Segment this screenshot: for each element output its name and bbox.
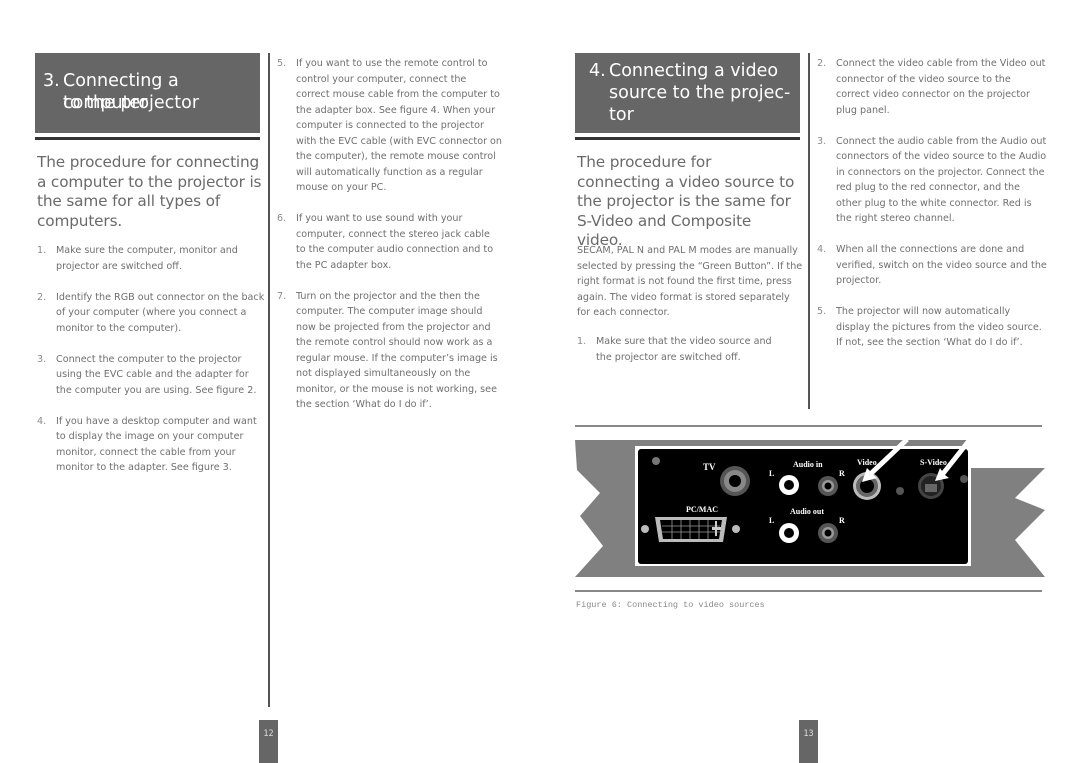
step-text: If you have a desktop computer and want … bbox=[56, 415, 257, 474]
step-number: 1. bbox=[577, 336, 587, 347]
audio-in-right-label: R bbox=[839, 469, 845, 478]
step-number: 5. bbox=[817, 306, 827, 317]
step-number: 2. bbox=[37, 291, 47, 303]
step-item: 6. If you want to use sound with your com… bbox=[277, 211, 502, 273]
right-page-column-divider bbox=[808, 53, 810, 409]
step-text: If you want to use sound with your compu… bbox=[296, 213, 494, 271]
step-item: 4. If you have a desktop computer and wan… bbox=[37, 414, 265, 476]
screw-icon bbox=[732, 525, 740, 533]
step-number: 5. bbox=[277, 58, 287, 69]
pcmac-label: PC/MAC bbox=[686, 505, 718, 514]
audio-in-left-label: L bbox=[769, 469, 774, 478]
figure-6-connector-panel: TV Audio in L R Video S-Video PC/MAC Aud… bbox=[575, 438, 1045, 577]
section-4-steps-column-2: 2. Connect the video cable from the Video… bbox=[817, 56, 1047, 366]
step-number: 3. bbox=[817, 135, 827, 147]
step-text: When all the connections are done and ve… bbox=[836, 244, 1047, 286]
section-3-header: 3. Connecting a computer to the projecto… bbox=[35, 53, 260, 133]
screw-icon bbox=[652, 457, 660, 465]
step-item: 3. Connect the audio cable from the Audio… bbox=[817, 134, 1047, 227]
step-number: 4. bbox=[817, 244, 827, 255]
left-page-column-divider bbox=[268, 53, 270, 707]
section-4-title-line3: tor bbox=[609, 105, 634, 125]
step-text: Connect the audio cable from the Audio o… bbox=[836, 135, 1047, 225]
section-3-number: 3. bbox=[43, 71, 60, 91]
audio-out-label: Audio out bbox=[790, 507, 824, 516]
step-item: 5. If you want to use the remote control … bbox=[277, 56, 502, 196]
section-4-title-line2: source to the projec- bbox=[609, 83, 791, 103]
screw-icon bbox=[641, 525, 649, 533]
section-3-steps-column-1: 1. Make sure the computer, monitor and pr… bbox=[37, 243, 265, 491]
video-label: Video bbox=[857, 458, 877, 467]
page-number-13: 13 bbox=[799, 720, 818, 763]
step-item: 3. Connect the computer to the projector … bbox=[37, 352, 265, 399]
section-4-number: 4. bbox=[589, 61, 606, 81]
audio-out-right-label: R bbox=[839, 516, 845, 525]
step-text: Connect the computer to the projector us… bbox=[56, 353, 257, 396]
step-item: 1. Make sure the computer, monitor and pr… bbox=[37, 243, 265, 274]
step-number: 3. bbox=[37, 353, 47, 365]
step-text: Turn on the projector and the then the c… bbox=[296, 290, 498, 411]
audio-in-label: Audio in bbox=[793, 460, 823, 469]
step-text: If you want to use the remote control to… bbox=[296, 58, 503, 193]
step-text: Identify the RGB out connector on the ba… bbox=[56, 291, 265, 334]
section-3-intro: The procedure for connecting a computer … bbox=[37, 153, 262, 230]
section-3-header-rule bbox=[35, 137, 260, 140]
figure-bottom-rule bbox=[575, 590, 1042, 592]
audio-out-left-label: L bbox=[769, 516, 774, 525]
step-item: 4. When all the connections are done and … bbox=[817, 242, 1047, 289]
step-item: 2. Connect the video cable from the Video… bbox=[817, 56, 1047, 118]
step-item: 5. The projector will now automatically d… bbox=[817, 304, 1047, 351]
step-item: 7. Turn on the projector and the then the… bbox=[277, 289, 502, 413]
format-note: SECAM, PAL N and PAL M modes are manuall… bbox=[577, 245, 803, 318]
figure-caption: Figure 6: Connecting to video sources bbox=[576, 600, 765, 610]
step-number: 7. bbox=[277, 290, 287, 302]
svideo-label: S-Video bbox=[920, 458, 947, 467]
section-4-intro: The procedure for connecting a video sou… bbox=[577, 153, 795, 250]
section-4-header-rule bbox=[575, 137, 800, 140]
section-4-steps-column-1: 1. Make sure that the video source and th… bbox=[577, 334, 777, 381]
step-number: 6. bbox=[277, 213, 287, 224]
step-number: 2. bbox=[817, 58, 827, 69]
section-3-title-line2: to the projector bbox=[63, 93, 200, 113]
step-item: 1. Make sure that the video source and th… bbox=[577, 334, 777, 365]
figure-top-rule bbox=[575, 425, 1042, 427]
screw-icon bbox=[960, 475, 968, 483]
step-text: Connect the video cable from the Video o… bbox=[836, 58, 1046, 116]
section-4-title-line1: Connecting a video bbox=[609, 61, 779, 81]
section-4-header: 4. Connecting a video source to the proj… bbox=[575, 53, 800, 133]
step-number: 1. bbox=[37, 245, 47, 256]
step-number: 4. bbox=[37, 415, 47, 427]
tv-label: TV bbox=[703, 462, 716, 472]
step-item: 2. Identify the RGB out connector on the … bbox=[37, 290, 265, 337]
step-text: Make sure that the video source and the … bbox=[596, 336, 772, 363]
step-text: Make sure the computer, monitor and proj… bbox=[56, 245, 238, 272]
screw-icon bbox=[896, 487, 904, 495]
page-number-12: 12 bbox=[259, 720, 278, 763]
section-3-steps-column-2: 5. If you want to use the remote control … bbox=[277, 56, 502, 428]
step-text: The projector will now automatically dis… bbox=[836, 306, 1042, 348]
